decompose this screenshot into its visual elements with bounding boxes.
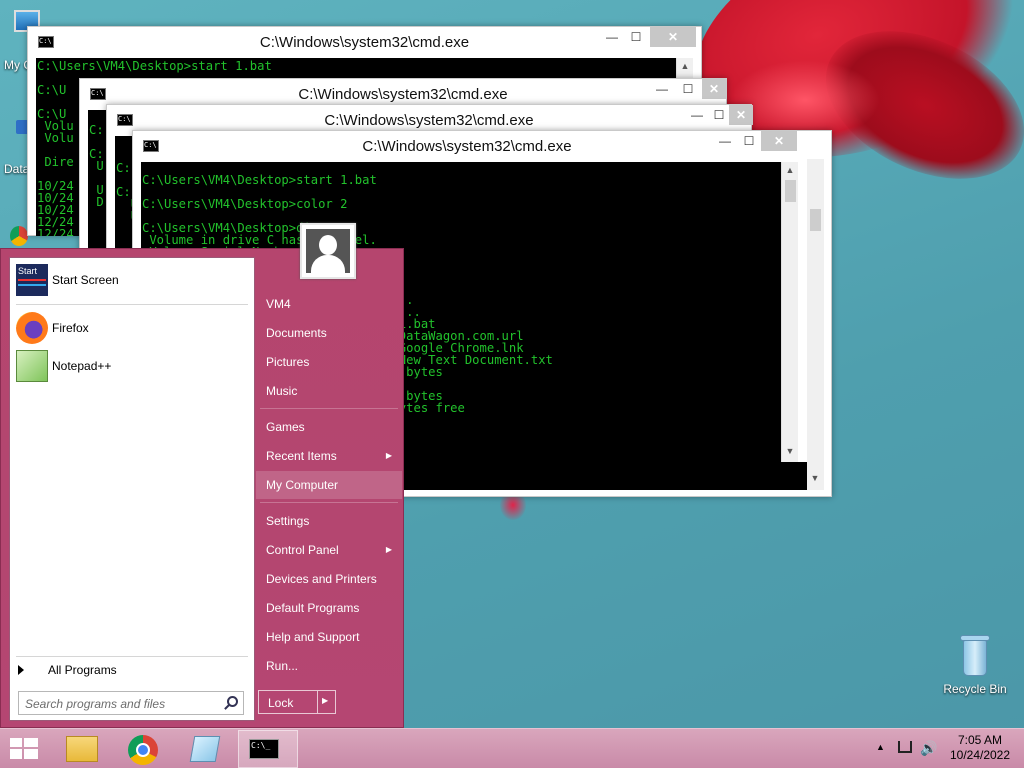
- close-button[interactable]: ✕: [729, 105, 753, 125]
- all-programs-button[interactable]: All Programs: [18, 663, 117, 677]
- window-title: C:\Windows\system32\cmd.exe: [298, 86, 508, 103]
- scroll-up-icon[interactable]: ▲: [677, 61, 693, 71]
- close-button[interactable]: ✕: [702, 79, 726, 99]
- show-hidden-icons-button[interactable]: ▲: [876, 742, 885, 752]
- scroll-down-icon[interactable]: ▼: [782, 446, 798, 456]
- desktop-icon-label: Recycle Bin: [943, 682, 1007, 696]
- firefox-icon: [16, 312, 48, 344]
- pinned-notepad-plus-plus[interactable]: Notepad++: [16, 348, 111, 384]
- scrollbar-thumb[interactable]: [785, 180, 796, 202]
- window-title: C:\Windows\system32\cmd.exe: [324, 112, 534, 129]
- taskbar-notepad[interactable]: [176, 730, 236, 768]
- maximize-button[interactable]: ☐: [676, 79, 700, 99]
- start-item-pictures[interactable]: Pictures: [256, 348, 402, 376]
- pinned-start-screen[interactable]: Start Start Screen: [16, 262, 119, 298]
- minimize-button[interactable]: —: [685, 105, 709, 125]
- search-placeholder: Search programs and files: [25, 697, 166, 711]
- start-item-recent-items[interactable]: Recent Items ▶: [256, 442, 402, 470]
- chrome-icon: [128, 735, 158, 765]
- user-avatar[interactable]: [300, 223, 356, 279]
- network-icon[interactable]: [898, 741, 912, 753]
- clock-date: 10/24/2022: [949, 748, 1011, 762]
- minimize-button[interactable]: —: [600, 27, 624, 47]
- start-button[interactable]: [0, 730, 48, 768]
- start-item-user[interactable]: VM4: [256, 290, 402, 318]
- scroll-down-icon[interactable]: ▼: [807, 473, 823, 483]
- start-item-run[interactable]: Run...: [256, 652, 402, 680]
- close-button[interactable]: ✕: [650, 27, 696, 47]
- outer-scrollbar[interactable]: ▼: [807, 159, 824, 490]
- start-item-my-computer[interactable]: My Computer: [256, 471, 402, 499]
- pinned-firefox[interactable]: Firefox: [16, 310, 89, 346]
- divider: [260, 502, 398, 503]
- chrome-desktop-icon[interactable]: [10, 226, 28, 246]
- notepad-icon: [189, 736, 221, 762]
- pinned-label: Firefox: [52, 321, 89, 335]
- search-input[interactable]: Search programs and files: [18, 691, 244, 715]
- chevron-right-icon: ▶: [385, 545, 392, 554]
- cmd-icon: C:\_: [249, 739, 279, 759]
- taskbar-cmd[interactable]: C:\_: [238, 730, 298, 768]
- clock-time: 7:05 AM: [957, 733, 1003, 747]
- minimize-button[interactable]: —: [713, 131, 737, 151]
- taskbar: C:\_ ▲ 🔊: [0, 728, 1024, 768]
- pinned-label: Notepad++: [52, 359, 112, 373]
- start-item-devices-and-printers[interactable]: Devices and Printers: [256, 565, 402, 593]
- chevron-right-icon[interactable]: ▶: [322, 696, 328, 705]
- lock-label: Lock: [268, 696, 294, 710]
- chevron-right-icon: ▶: [385, 451, 392, 460]
- start-menu-programs-pane: Start Start Screen Firefox Notepad++ All…: [9, 257, 255, 721]
- start-item-music[interactable]: Music: [256, 377, 402, 405]
- notepad-plus-plus-icon: [16, 350, 48, 382]
- search-icon[interactable]: [227, 696, 238, 707]
- wallpaper-flower-petal: [730, 60, 880, 140]
- pinned-label: Start Screen: [52, 273, 119, 287]
- maximize-button[interactable]: ☐: [707, 105, 731, 125]
- title-bar[interactable]: C:\ C:\Windows\system32\cmd.exe — ☐ ✕: [28, 27, 701, 57]
- taskbar-clock[interactable]: 7:05 AM 10/24/2022: [944, 733, 1016, 763]
- volume-icon[interactable]: 🔊: [920, 740, 937, 757]
- all-programs-label: All Programs: [48, 663, 117, 677]
- close-button[interactable]: ✕: [761, 131, 797, 151]
- recycle-bin-icon: [958, 632, 992, 678]
- file-explorer-icon: [66, 736, 98, 762]
- title-bar[interactable]: C:\ C:\Windows\system32\cmd.exe — ☐ ✕: [133, 131, 831, 161]
- scrollbar-thumb[interactable]: [810, 209, 821, 231]
- start-item-default-programs[interactable]: Default Programs: [256, 594, 402, 622]
- maximize-button[interactable]: ☐: [737, 131, 761, 151]
- lock-button[interactable]: Lock ▶: [258, 690, 336, 714]
- triangle-right-icon: [18, 665, 24, 675]
- minimize-button[interactable]: —: [650, 79, 674, 99]
- scroll-up-icon[interactable]: ▲: [782, 165, 798, 175]
- vertical-scrollbar[interactable]: ▲ ▼: [781, 162, 798, 462]
- taskbar-chrome[interactable]: [114, 730, 174, 768]
- divider: [260, 408, 398, 409]
- start-item-settings[interactable]: Settings: [256, 507, 402, 535]
- windows-logo-icon: [10, 738, 38, 760]
- start-item-control-panel[interactable]: Control Panel ▶: [256, 536, 402, 564]
- divider: [16, 656, 248, 657]
- maximize-button[interactable]: ☐: [624, 27, 648, 47]
- divider: [16, 304, 248, 305]
- taskbar-file-explorer[interactable]: [52, 730, 112, 768]
- start-item-games[interactable]: Games: [256, 413, 402, 441]
- start-item-documents[interactable]: Documents: [256, 319, 402, 347]
- start-screen-icon: Start: [16, 264, 48, 296]
- desktop-icon-recycle-bin[interactable]: Recycle Bin: [940, 632, 1010, 696]
- start-item-help-and-support[interactable]: Help and Support: [256, 623, 402, 651]
